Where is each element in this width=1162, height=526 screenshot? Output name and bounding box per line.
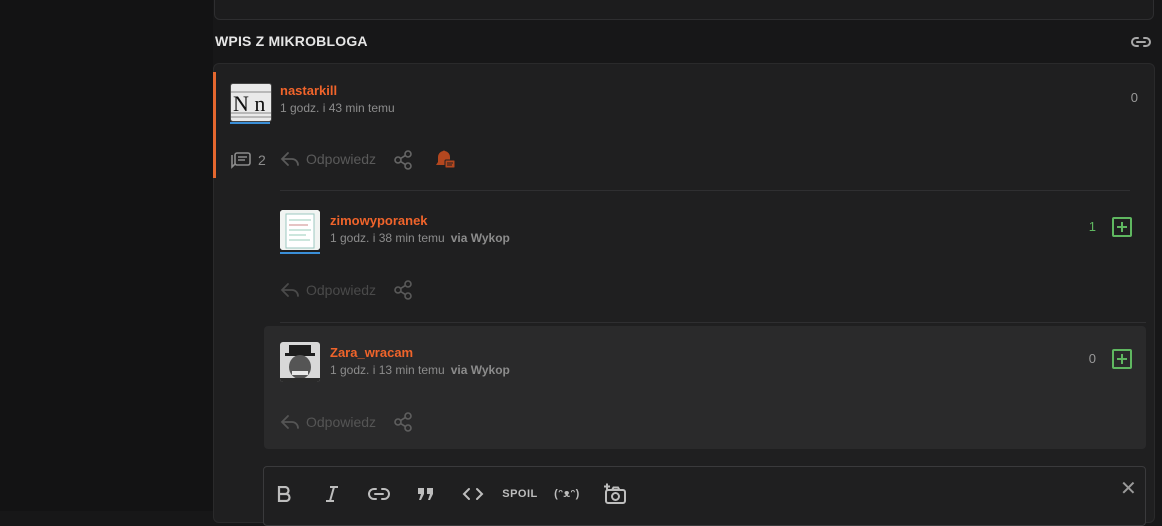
spoiler-button[interactable]: SPOIL — [500, 483, 540, 505]
comment-author[interactable]: zimowyporanek — [330, 213, 428, 228]
avatar[interactable] — [280, 342, 320, 382]
avatar[interactable] — [280, 210, 320, 250]
entry-author[interactable]: nastarkill — [280, 83, 337, 98]
upvote-button[interactable] — [1112, 217, 1132, 237]
code-icon[interactable] — [461, 483, 485, 505]
left-sidebar — [0, 0, 213, 511]
reply-label: Odpowiedz — [306, 151, 377, 167]
comment-meta: 1 godz. i 13 min temu via Wykop — [330, 363, 510, 377]
avatar-underline — [230, 122, 270, 124]
reply-editor[interactable] — [263, 466, 1146, 526]
section-title: WPIS Z MIKROBLOGA — [215, 33, 368, 49]
reply-button[interactable]: Odpowiedz — [280, 280, 376, 300]
reply-label: Odpowiedz — [306, 282, 377, 298]
reply-label: Odpowiedz — [306, 414, 377, 430]
link-icon[interactable] — [1130, 33, 1152, 51]
comments-divider — [280, 190, 1130, 191]
entry-score: 0 — [1130, 90, 1138, 105]
lenny-face-button[interactable]: (ᵔᴥᵔ) — [549, 483, 585, 505]
share-icon[interactable] — [393, 412, 413, 432]
share-icon[interactable] — [393, 150, 413, 170]
comment-time: 1 godz. i 13 min temu — [330, 363, 445, 377]
quote-icon[interactable] — [416, 483, 436, 505]
previous-card — [214, 0, 1154, 20]
entry-accent-bar — [213, 72, 216, 178]
comment-via: via Wykop — [450, 231, 510, 245]
comment-score: 0 — [1088, 351, 1096, 366]
comment-via: via Wykop — [450, 363, 510, 377]
comments-icon[interactable] — [230, 150, 252, 170]
comment-author[interactable]: Zara_wracam — [330, 345, 413, 360]
reply-icon — [280, 415, 299, 429]
camera-icon[interactable] — [602, 483, 628, 505]
upvote-button[interactable] — [1112, 349, 1132, 369]
reply-icon — [280, 283, 299, 297]
comments-count: 2 — [258, 152, 266, 168]
close-editor-button[interactable]: ✕ — [1120, 476, 1137, 501]
reply-button[interactable]: Odpowiedz — [280, 412, 376, 432]
italic-icon[interactable] — [322, 483, 342, 505]
comment-score: 1 — [1088, 219, 1096, 234]
link-icon[interactable] — [367, 483, 391, 505]
comment-meta: 1 godz. i 38 min temu via Wykop — [330, 231, 510, 245]
notification-bell-icon[interactable] — [434, 149, 456, 171]
comments-divider — [280, 322, 1146, 323]
avatar[interactable]: N n — [230, 83, 272, 122]
bold-icon[interactable] — [274, 483, 294, 505]
entry-time: 1 godz. i 43 min temu — [280, 101, 395, 115]
reply-button[interactable]: Odpowiedz — [280, 149, 376, 169]
comment-time: 1 godz. i 38 min temu — [330, 231, 445, 245]
avatar-underline — [280, 252, 320, 254]
share-icon[interactable] — [393, 280, 413, 300]
reply-icon — [280, 152, 299, 166]
avatar-text: N n — [233, 91, 266, 116]
